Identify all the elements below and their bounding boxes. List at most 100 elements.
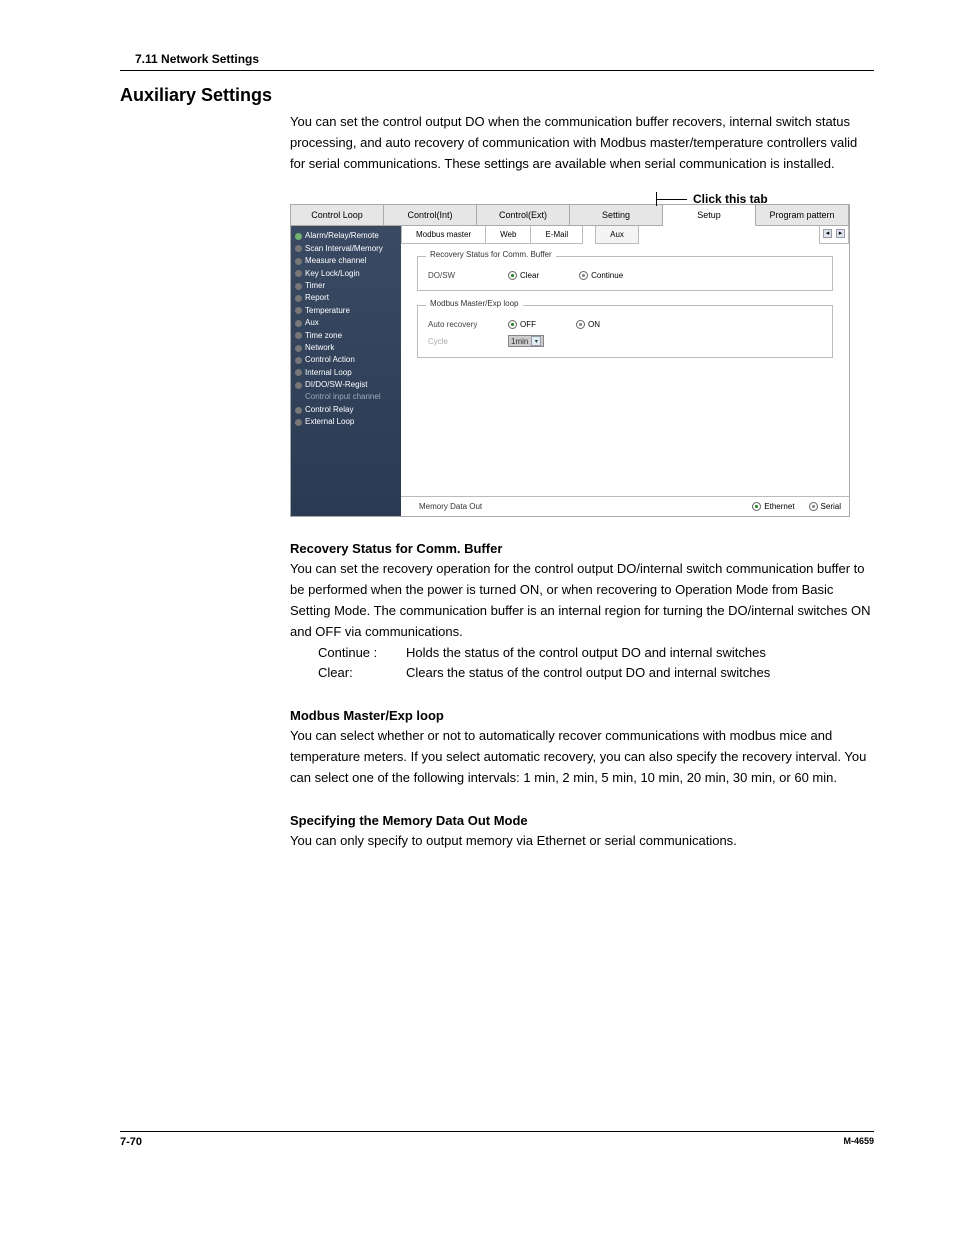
sidebar-item[interactable]: Time zone (291, 330, 401, 342)
recovery-status-fieldset: Recovery Status for Comm. Buffer DO/SW C… (417, 256, 833, 291)
dot-icon (295, 307, 302, 314)
sidebar-item[interactable]: Report (291, 292, 401, 304)
scroll-right-button[interactable]: ▸ (836, 229, 845, 238)
sidebar-item[interactable]: Network (291, 342, 401, 354)
auto-recovery-label: Auto recovery (428, 320, 498, 329)
sidebar-item[interactable]: Measure channel (291, 255, 401, 267)
definition-row: Continue : Holds the status of the contr… (318, 643, 874, 664)
radio-ethernet[interactable]: Ethernet (752, 502, 794, 511)
dot-icon (295, 369, 302, 376)
intro-paragraph: You can set the control output DO when t… (290, 112, 874, 174)
select-value: 1min (511, 337, 528, 346)
section-title: Recovery Status for Comm. Buffer (290, 541, 874, 556)
cycle-select[interactable]: 1min ▾ (508, 335, 544, 347)
tab-control-loop[interactable]: Control Loop (291, 205, 384, 226)
radio-serial[interactable]: Serial (809, 502, 841, 511)
page-number: 7-70 (120, 1136, 142, 1148)
sidebar-item-label: Alarm/Relay/Remote (305, 231, 379, 241)
tab-control-int[interactable]: Control(Int) (384, 205, 477, 226)
triangle-right-icon: ▸ (839, 230, 843, 237)
sidebar: Alarm/Relay/Remote Scan Interval/Memory … (291, 226, 401, 516)
sidebar-item-label: Control Relay (305, 405, 353, 415)
subtab-web[interactable]: Web (486, 226, 531, 243)
sidebar-item-label: Temperature (305, 306, 350, 316)
sidebar-item-label: Internal Loop (305, 368, 352, 378)
triangle-left-icon: ◂ (826, 230, 830, 237)
definition-row: Clear: Clears the status of the control … (318, 663, 874, 684)
dot-icon (295, 270, 302, 277)
radio-off[interactable]: OFF (508, 320, 536, 329)
subtab-modbus-master[interactable]: Modbus master (402, 226, 486, 243)
radio-on[interactable]: ON (576, 320, 600, 329)
scroll-left-button[interactable]: ◂ (823, 229, 832, 238)
sidebar-item-label: Aux (305, 318, 319, 328)
dot-icon (295, 233, 302, 240)
radio-icon (809, 502, 818, 511)
sidebar-item[interactable]: Temperature (291, 305, 401, 317)
dot-icon (295, 295, 302, 302)
radio-icon (752, 502, 761, 511)
tab-control-ext[interactable]: Control(Ext) (477, 205, 570, 226)
subtab-row: Modbus master Web E-Mail Aux ◂ ▸ (401, 226, 849, 244)
sidebar-item-label: Report (305, 293, 329, 303)
section-body: You can select whether or not to automat… (290, 726, 874, 788)
app-window: Control Loop Control(Int) Control(Ext) S… (290, 204, 850, 517)
sidebar-item-label: DI/DO/SW-Regist (305, 380, 368, 390)
definition-term: Continue : (318, 643, 406, 664)
tab-program-pattern[interactable]: Program pattern (756, 205, 849, 226)
subtab-aux[interactable]: Aux (596, 226, 638, 243)
top-tabbar: Control Loop Control(Int) Control(Ext) S… (291, 205, 849, 226)
section-title: Specifying the Memory Data Out Mode (290, 813, 874, 828)
sidebar-item-label: Network (305, 343, 334, 353)
sidebar-item-label: Timer (305, 281, 325, 291)
radio-icon (508, 271, 517, 280)
page-title: Auxiliary Settings (120, 85, 874, 106)
dot-icon (295, 419, 302, 426)
radio-icon (576, 320, 585, 329)
radio-icon (508, 320, 517, 329)
radio-label: Clear (520, 271, 539, 280)
sidebar-item-label: Measure channel (305, 256, 366, 266)
definition-desc: Holds the status of the control output D… (406, 643, 766, 664)
cycle-label: Cycle (428, 337, 498, 346)
section-body: You can only specify to output memory vi… (290, 831, 874, 852)
definition-desc: Clears the status of the control output … (406, 663, 770, 684)
modbus-master-fieldset: Modbus Master/Exp loop Auto recovery OFF… (417, 305, 833, 358)
sidebar-item[interactable]: Control Action (291, 354, 401, 366)
sidebar-item[interactable]: Internal Loop (291, 367, 401, 379)
dot-icon (295, 320, 302, 327)
radio-icon (579, 271, 588, 280)
subtab-email[interactable]: E-Mail (531, 226, 582, 243)
sidebar-sub-item[interactable]: Control input channel (291, 391, 401, 403)
memory-data-out-label: Memory Data Out (419, 502, 482, 511)
section-title: Modbus Master/Exp loop (290, 708, 874, 723)
radio-label: OFF (520, 320, 536, 329)
definition-term: Clear: (318, 663, 406, 684)
sidebar-item-label: Time zone (305, 331, 342, 341)
subtab-scroll-buttons: ◂ ▸ (819, 226, 849, 244)
tab-setting[interactable]: Setting (570, 205, 663, 226)
sidebar-item[interactable]: DI/DO/SW-Regist (291, 379, 401, 391)
fieldset-legend: Modbus Master/Exp loop (426, 299, 523, 308)
sidebar-item[interactable]: Alarm/Relay/Remote (291, 230, 401, 242)
dot-icon (295, 407, 302, 414)
sidebar-item[interactable]: Control Relay (291, 404, 401, 416)
section-body: You can set the recovery operation for t… (290, 559, 874, 642)
sidebar-item[interactable]: External Loop (291, 416, 401, 428)
tab-setup[interactable]: Setup (663, 205, 756, 226)
dot-icon (295, 357, 302, 364)
sidebar-item[interactable]: Scan Interval/Memory (291, 243, 401, 255)
sidebar-item[interactable]: Timer (291, 280, 401, 292)
callout-text: Click this tab (693, 192, 768, 206)
dot-icon (295, 382, 302, 389)
radio-clear[interactable]: Clear (508, 271, 539, 280)
sidebar-item[interactable]: Key Lock/Login (291, 268, 401, 280)
page-header-section: 7.11 Network Settings (120, 50, 874, 70)
dot-icon (295, 345, 302, 352)
radio-continue[interactable]: Continue (579, 271, 623, 280)
sidebar-item[interactable]: Aux (291, 317, 401, 329)
radio-label: Continue (591, 271, 623, 280)
sidebar-item-label: Control input channel (305, 392, 381, 402)
section-modbus-master: Modbus Master/Exp loop You can select wh… (290, 708, 874, 788)
section-memory-data-out: Specifying the Memory Data Out Mode You … (290, 813, 874, 852)
